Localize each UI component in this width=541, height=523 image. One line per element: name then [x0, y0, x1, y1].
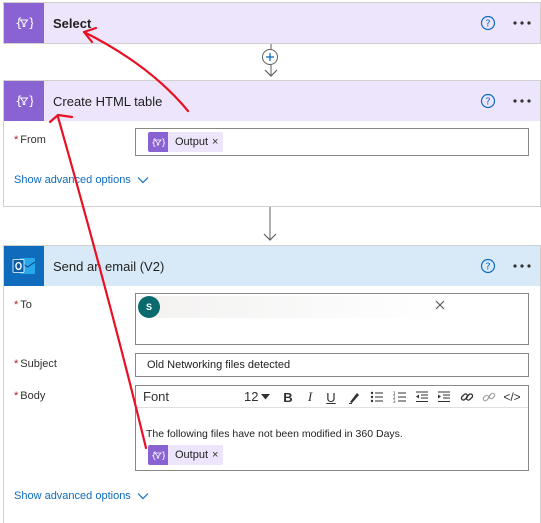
subject-label: * Subject	[14, 358, 57, 370]
recipient-chip[interactable]: S	[138, 296, 444, 318]
bullet-list-icon[interactable]	[370, 389, 384, 405]
outlook-icon	[4, 246, 44, 286]
select-card-title: Select	[53, 15, 92, 31]
svg-text:{: {	[15, 94, 23, 108]
chevron-down-icon	[137, 177, 149, 184]
more-icon[interactable]	[512, 258, 532, 274]
send-email-card[interactable]: Send an email (V2) ? * To S * Subject Old …	[3, 245, 541, 523]
highlight-icon[interactable]	[347, 389, 361, 405]
decrease-indent-icon[interactable]	[415, 389, 429, 405]
flow-arrow	[260, 207, 280, 245]
svg-text:3: 3	[393, 399, 396, 403]
from-field[interactable]: {} Output ×	[135, 128, 529, 156]
body-output-token[interactable]: {} Output ×	[148, 445, 224, 465]
create-html-table-card[interactable]: {} Create HTML table ? *From {} Output ×…	[3, 80, 541, 207]
unlink-icon[interactable]	[482, 389, 496, 405]
close-icon[interactable]: ×	[212, 136, 223, 148]
svg-text:}: }	[28, 16, 33, 30]
expression-token-icon: {}	[148, 132, 168, 152]
select-card-header[interactable]: {} Select ?	[4, 3, 540, 43]
body-text: The following files have not been modifi…	[146, 428, 403, 440]
expression-token-icon: {}	[148, 445, 168, 465]
rich-text-toolbar: Font 12 B I U 123 </>	[136, 386, 528, 408]
help-glyph: ?	[485, 97, 490, 108]
svg-text:{: {	[15, 16, 23, 30]
close-icon[interactable]: ×	[212, 449, 223, 461]
numbered-list-icon[interactable]: 123	[393, 389, 407, 405]
svg-text:}: }	[161, 452, 165, 461]
font-select[interactable]: Font	[143, 389, 233, 404]
close-icon[interactable]	[435, 300, 445, 310]
underline-button[interactable]: U	[324, 389, 338, 405]
help-glyph: ?	[485, 262, 490, 273]
help-icon[interactable]: ?	[480, 258, 496, 274]
to-field[interactable]: S	[135, 293, 529, 345]
more-icon[interactable]	[512, 93, 532, 109]
help-icon[interactable]: ?	[480, 93, 496, 109]
avatar: S	[138, 296, 160, 318]
subject-field[interactable]: Old Networking files detected	[135, 353, 529, 377]
send-email-card-title: Send an email (V2)	[53, 258, 165, 274]
select-action-card[interactable]: {} Select ?	[3, 2, 541, 44]
plus-icon[interactable]	[262, 49, 278, 65]
show-advanced-options-link[interactable]: Show advanced options	[14, 174, 149, 186]
link-icon[interactable]	[460, 389, 474, 405]
subject-value: Old Networking files detected	[147, 359, 291, 371]
to-label: * To	[14, 299, 32, 311]
html-table-card-header[interactable]: {} Create HTML table ?	[4, 81, 540, 121]
help-icon[interactable]: ?	[480, 15, 496, 31]
svg-text:}: }	[28, 94, 33, 108]
help-glyph: ?	[485, 19, 490, 30]
font-size-select[interactable]: 12	[244, 389, 271, 404]
data-operation-icon: {}	[4, 81, 44, 121]
select-icon: {}	[4, 3, 44, 43]
show-advanced-options-link[interactable]: Show advanced options	[14, 490, 149, 502]
increase-indent-icon[interactable]	[437, 389, 451, 405]
from-label: * From	[14, 134, 46, 146]
italic-button[interactable]: I	[303, 389, 317, 405]
body-editor[interactable]: Font 12 B I U 123 </> The following file…	[135, 385, 529, 471]
html-table-card-title: Create HTML table	[53, 93, 163, 109]
from-output-token[interactable]: {} Output ×	[148, 132, 224, 152]
send-email-card-header[interactable]: Send an email (V2) ?	[4, 246, 540, 286]
chevron-down-icon	[137, 493, 149, 500]
bold-button[interactable]: B	[281, 389, 295, 405]
code-view-icon[interactable]: </>	[502, 389, 522, 405]
more-icon[interactable]	[512, 15, 532, 31]
svg-text:}: }	[161, 139, 165, 148]
body-label: * Body	[14, 390, 46, 402]
